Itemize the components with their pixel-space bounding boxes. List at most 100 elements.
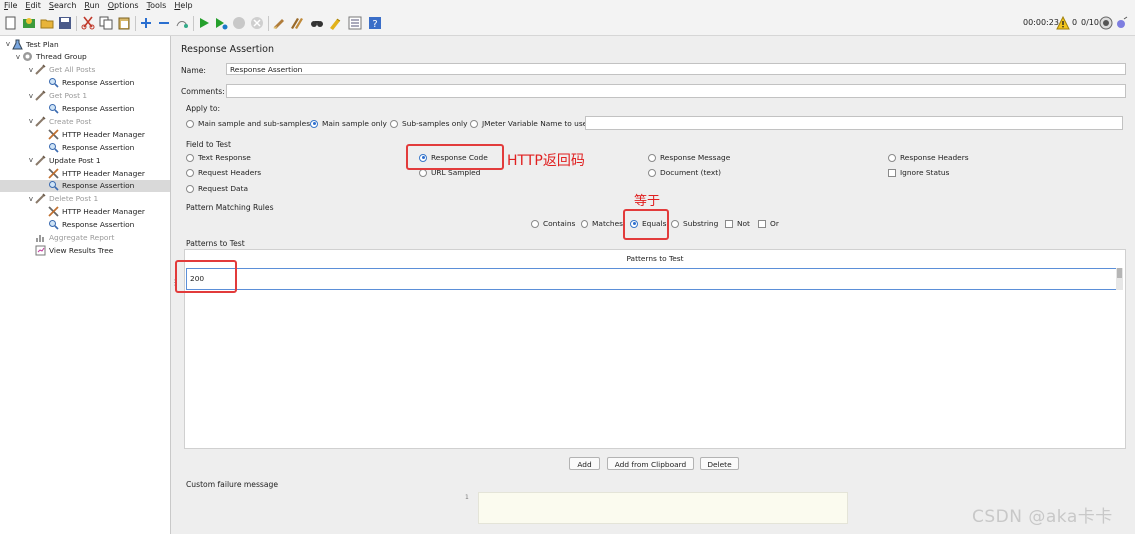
- sampler-icon: [35, 116, 46, 127]
- field-document-text-radio[interactable]: Document (text): [648, 168, 721, 177]
- search-icon[interactable]: [310, 16, 324, 30]
- clear-icon[interactable]: [272, 16, 286, 30]
- new-icon[interactable]: [4, 16, 18, 30]
- toolbar-separator: [76, 16, 77, 31]
- tools-icon: [48, 129, 59, 140]
- tree-node-label: Response Assertion: [62, 181, 135, 191]
- patterns-column-header[interactable]: Patterns to Test: [185, 250, 1125, 267]
- tree-node[interactable]: Response Assertion: [40, 141, 134, 153]
- tree-node[interactable]: v Update Post 1: [27, 154, 101, 166]
- tree-node[interactable]: HTTP Header Manager: [40, 167, 145, 179]
- tree-node[interactable]: v Get Post 1: [27, 90, 87, 102]
- stop-icon[interactable]: [232, 16, 246, 30]
- tree-expand-toggle[interactable]: v: [27, 117, 35, 125]
- add-button[interactable]: Add: [569, 457, 600, 470]
- apply-sub-only-radio[interactable]: Sub-samples only: [390, 119, 467, 128]
- reset-search-icon[interactable]: [328, 16, 342, 30]
- tree-node[interactable]: Aggregate Report: [27, 232, 114, 244]
- save-icon[interactable]: [58, 16, 72, 30]
- tree-expand-toggle[interactable]: v: [27, 92, 35, 100]
- name-label: Name:: [181, 66, 206, 75]
- tree-node-label: Get All Posts: [49, 65, 96, 75]
- custom-failure-editor[interactable]: [478, 492, 848, 524]
- field-response-message-radio[interactable]: Response Message: [648, 153, 730, 162]
- tree-expand-toggle[interactable]: v: [27, 66, 35, 74]
- collapse-icon[interactable]: [157, 16, 171, 30]
- add-from-clipboard-button[interactable]: Add from Clipboard: [607, 457, 694, 470]
- gear-icon: [22, 51, 33, 62]
- start-no-pause-icon[interactable]: [214, 16, 228, 30]
- tree-node[interactable]: HTTP Header Manager: [40, 206, 145, 218]
- name-field[interactable]: Response Assertion: [226, 63, 1126, 75]
- toolbar-separator: [135, 16, 136, 31]
- cut-icon[interactable]: [81, 16, 95, 30]
- tree-node[interactable]: v Create Post: [27, 115, 91, 127]
- tree-node[interactable]: Response Assertion: [40, 219, 134, 231]
- expand-icon[interactable]: [139, 16, 153, 30]
- menu-tools[interactable]: Tools: [143, 0, 171, 10]
- rule-substring-radio[interactable]: Substring: [671, 219, 718, 228]
- menu-edit[interactable]: Edit: [21, 0, 45, 10]
- jmeter-variable-input[interactable]: [585, 116, 1123, 130]
- equals-note: 等于: [634, 194, 661, 209]
- tree-node[interactable]: v Thread Group: [14, 51, 87, 63]
- field-request-data-radio[interactable]: Request Data: [186, 184, 248, 193]
- apply-main-only-radio[interactable]: Main sample only: [310, 119, 387, 128]
- apply-jmeter-variable-radio[interactable]: JMeter Variable Name to use: [470, 119, 587, 128]
- start-icon[interactable]: [197, 16, 211, 30]
- svg-text:?: ?: [372, 19, 377, 30]
- tree-node[interactable]: Response Assertion: [0, 179, 170, 192]
- shutdown-icon[interactable]: [250, 16, 264, 30]
- toolbar: ? 00:00:23 0 0/10: [0, 12, 1135, 36]
- toolbar-separator: [268, 16, 269, 31]
- tree-node[interactable]: v Get All Posts: [27, 64, 95, 76]
- tree-expand-toggle[interactable]: v: [14, 53, 22, 61]
- pattern-value-highlight: [175, 260, 237, 293]
- paste-icon[interactable]: [117, 16, 131, 30]
- rule-contains-radio[interactable]: Contains: [531, 219, 575, 228]
- tree-node[interactable]: v Test Plan: [4, 38, 59, 50]
- rule-or-checkbox[interactable]: Or: [758, 219, 779, 228]
- delete-button[interactable]: Delete: [700, 457, 739, 470]
- custom-failure-label: Custom failure message: [186, 480, 279, 489]
- tree-expand-toggle[interactable]: v: [27, 156, 35, 164]
- apply-main-and-sub-radio[interactable]: Main sample and sub-samples: [186, 119, 310, 128]
- table-scrollbar[interactable]: [1116, 268, 1123, 290]
- open-icon[interactable]: [40, 16, 54, 30]
- menu-file[interactable]: File: [0, 0, 21, 10]
- tree-node[interactable]: Response Assertion: [40, 77, 134, 89]
- toggle-icon[interactable]: [175, 16, 189, 30]
- copy-icon[interactable]: [99, 16, 113, 30]
- menu-run[interactable]: Run: [80, 0, 103, 10]
- menu-search[interactable]: Search: [45, 0, 80, 10]
- comments-label: Comments:: [181, 87, 225, 96]
- active-threads: 0/10: [1081, 18, 1099, 27]
- help-icon[interactable]: ?: [368, 16, 382, 30]
- warning-icon[interactable]: [1056, 16, 1070, 30]
- menu-help[interactable]: Help: [170, 0, 196, 10]
- magnifier-icon: [48, 142, 59, 153]
- comments-field[interactable]: [226, 84, 1126, 98]
- table-row[interactable]: 200: [186, 268, 1117, 290]
- tree-node-label: Create Post: [49, 116, 92, 126]
- tree-node[interactable]: HTTP Header Manager: [40, 128, 145, 140]
- templates-icon[interactable]: [22, 16, 36, 30]
- rule-matches-radio[interactable]: Matches: [581, 219, 623, 228]
- clear-all-icon[interactable]: [290, 16, 304, 30]
- elapsed-timer: 00:00:23: [1023, 18, 1059, 27]
- field-request-headers-radio[interactable]: Request Headers: [186, 168, 261, 177]
- apply-to-label: Apply to:: [186, 104, 221, 113]
- tree-node[interactable]: View Results Tree: [27, 244, 113, 256]
- field-text-response-radio[interactable]: Text Response: [186, 153, 251, 162]
- tree-expand-toggle[interactable]: v: [4, 40, 12, 48]
- field-response-headers-radio[interactable]: Response Headers: [888, 153, 969, 162]
- function-helper-icon[interactable]: [348, 16, 362, 30]
- rule-not-checkbox[interactable]: Not: [725, 219, 750, 228]
- ignore-status-checkbox[interactable]: Ignore Status: [888, 168, 949, 177]
- menu-options[interactable]: Options: [104, 0, 143, 10]
- tree-node[interactable]: Response Assertion: [40, 103, 134, 115]
- tree-node[interactable]: v Delete Post 1: [27, 193, 98, 205]
- tools-icon: [48, 206, 59, 217]
- tree-expand-toggle[interactable]: v: [27, 195, 35, 203]
- log-viewer-icon[interactable]: [1115, 16, 1129, 30]
